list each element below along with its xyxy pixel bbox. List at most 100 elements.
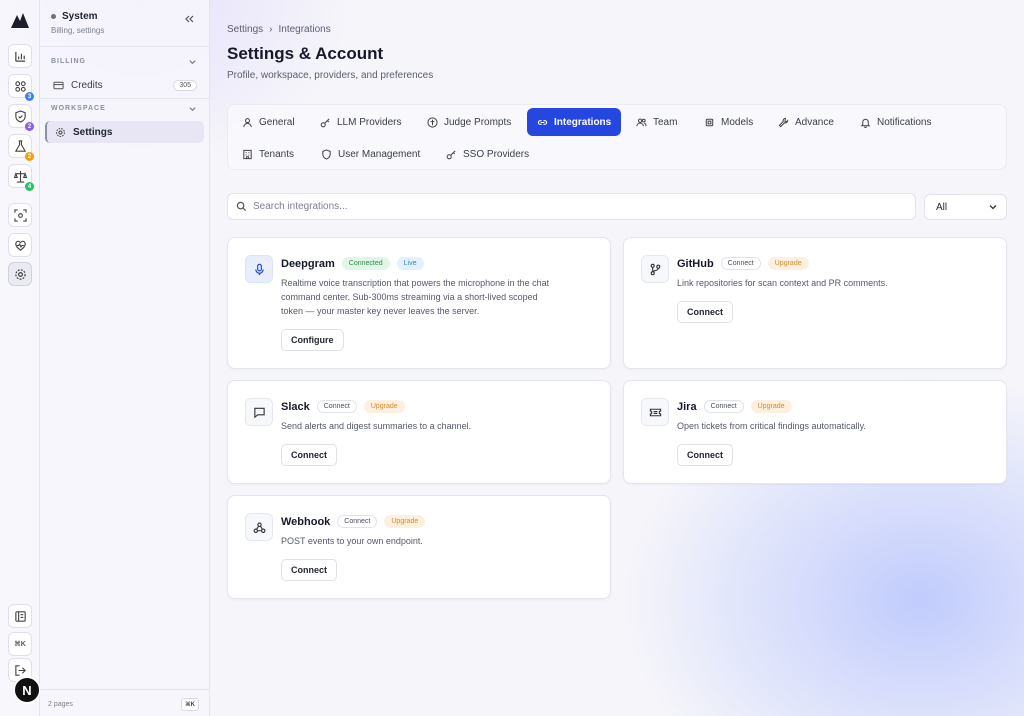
connect-button[interactable]: Connect (677, 301, 733, 323)
tab-sso-providers[interactable]: SSO Providers (436, 140, 539, 168)
connect-button[interactable]: Connect (677, 444, 733, 466)
tab-llm-providers[interactable]: LLM Providers (310, 108, 411, 136)
settings-gear-icon[interactable] (8, 262, 32, 286)
tab-label: Notifications (877, 116, 932, 128)
tab-label: Models (721, 116, 754, 128)
description-line: Link repositories for scan context and P… (677, 278, 888, 288)
filter-select-value: All (936, 201, 948, 213)
section-label-workspace: WORKSPACE (51, 105, 106, 112)
settings-tabs: General LLM Providers Judge Prompts Inte… (227, 104, 1007, 170)
description-line: Realtime voice transcription that powers… (281, 278, 550, 288)
integration-card-github: GitHub Connect Upgrade Link repositories… (623, 237, 1007, 369)
configure-button[interactable]: Configure (281, 329, 344, 351)
main-content: Settings › Integrations Settings & Accou… (210, 0, 1024, 716)
scale-icon (427, 116, 438, 128)
status-badge: Connect (316, 400, 357, 413)
breadcrumb-current: Integrations (278, 24, 331, 35)
breadcrumb-separator: › (269, 24, 273, 35)
page-title: Settings & Account (227, 44, 384, 63)
integration-name: Jira (677, 400, 697, 413)
integration-card-jira: Jira Connect Upgrade Open tickets from c… (623, 380, 1007, 484)
description-line: POST events to your own endpoint. (281, 536, 423, 546)
integration-description: Send alerts and digest summaries to a ch… (281, 419, 471, 433)
divider (40, 98, 209, 99)
sidebar-title: System (51, 11, 104, 22)
tab-label: Team (653, 116, 678, 128)
connect-button[interactable]: Connect (281, 559, 337, 581)
chevron-down-icon[interactable] (188, 104, 197, 113)
tab-label: Integrations (554, 116, 612, 128)
integration-description: Realtime voice transcription that powers… (281, 276, 549, 318)
scan-icon[interactable] (8, 203, 32, 227)
kbd-shortcut[interactable]: ⌘K (181, 698, 199, 711)
rail-badge: 2 (25, 152, 34, 161)
sidebar: System Billing, settings BILLING Credits… (40, 0, 210, 716)
tab-label: User Management (338, 148, 421, 160)
description-line: command center. Sub-300ms streaming via … (281, 292, 538, 302)
chevron-down-icon (989, 205, 997, 210)
git-branch-icon (641, 255, 669, 283)
heart-pulse-icon[interactable] (8, 233, 32, 257)
card-header: Slack Connect Upgrade (281, 400, 405, 413)
tab-label: Tenants (259, 148, 295, 160)
tab-advance[interactable]: Advance (768, 108, 844, 136)
microphone-icon (245, 255, 273, 283)
status-badge: Connect (720, 257, 761, 270)
status-badge: Connect (703, 400, 744, 413)
shield-icon[interactable]: 2 (8, 104, 34, 131)
divider (40, 46, 209, 47)
tab-integrations[interactable]: Integrations (527, 108, 622, 136)
tab-label: LLM Providers (337, 116, 402, 128)
integration-description: Link repositories for scan context and P… (677, 276, 888, 290)
filter-select[interactable]: All (924, 194, 1007, 220)
integration-card-webhook: Webhook Connect Upgrade POST events to y… (227, 495, 611, 599)
rail-badge: 4 (25, 182, 34, 191)
sidebar-item-label: Settings (73, 126, 113, 138)
credits-count-badge: 305 (173, 79, 197, 91)
integration-name: GitHub (677, 257, 714, 270)
sidebar-item-credits[interactable]: Credits 305 (45, 74, 204, 96)
search-input[interactable] (253, 201, 853, 212)
description-line: Send alerts and digest summaries to a ch… (281, 421, 472, 431)
sidebar-header: System Billing, settings (51, 11, 104, 35)
shield-icon (322, 148, 331, 160)
webhook-icon (245, 513, 273, 541)
sidebar-toggle-icon[interactable] (8, 604, 32, 628)
balance-icon[interactable]: 4 (8, 164, 34, 191)
gear-icon (56, 127, 65, 137)
sidebar-item-label: Credits (71, 79, 103, 91)
sidebar-footer: 2 pages ⌘K (40, 689, 209, 716)
analytics-icon[interactable] (8, 44, 32, 68)
breadcrumb-parent[interactable]: Settings (227, 24, 263, 35)
rail-badge: 3 (25, 92, 34, 101)
tab-judge-prompts[interactable]: Judge Prompts (417, 108, 521, 136)
search-box (227, 193, 916, 220)
command-palette-button[interactable]: ⌘K (8, 632, 32, 656)
tab-user-management[interactable]: User Management (311, 140, 430, 168)
tab-label: Judge Prompts (444, 116, 512, 128)
network-icon[interactable]: 3 (8, 74, 34, 101)
sidebar-item-settings[interactable]: Settings (45, 121, 204, 143)
upgrade-badge: Upgrade (767, 257, 809, 270)
collapse-sidebar-icon[interactable] (183, 13, 195, 25)
card-header: Deepgram Connected Live (281, 257, 424, 270)
integration-card-deepgram: Deepgram Connected Live Realtime voice t… (227, 237, 611, 369)
bell-icon (860, 118, 871, 128)
tab-tenants[interactable]: Tenants (232, 140, 304, 168)
card-header: GitHub Connect Upgrade (677, 257, 809, 270)
sidebar-title-text: System (62, 11, 98, 22)
connect-button[interactable]: Connect (281, 444, 337, 466)
tab-notifications[interactable]: Notifications (850, 108, 941, 136)
upgrade-badge: Upgrade (750, 400, 792, 413)
tab-team[interactable]: Team (626, 108, 687, 136)
description-line: Open tickets from critical findings auto… (677, 421, 866, 431)
wrench-icon (778, 117, 789, 127)
chevron-down-icon[interactable] (188, 57, 197, 66)
rail-badge: 2 (25, 122, 34, 131)
flask-icon[interactable]: 2 (8, 134, 34, 161)
tab-models[interactable]: Models (694, 108, 763, 136)
upgrade-badge: Upgrade (363, 400, 405, 413)
key-icon (446, 149, 456, 159)
avatar[interactable]: N (13, 676, 41, 704)
tab-general[interactable]: General (232, 108, 305, 136)
